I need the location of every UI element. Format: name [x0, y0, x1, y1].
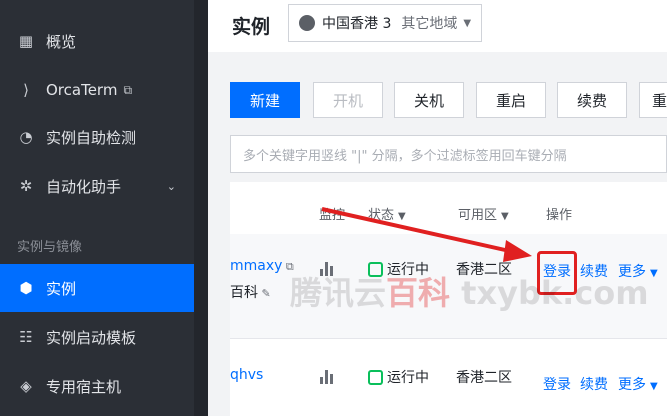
gear-icon: ✲ [19, 177, 33, 195]
globe-icon [299, 15, 315, 31]
search-input[interactable]: 多个关键字用竖线 "|" 分隔，多个过滤标签用回车键分隔 [230, 135, 667, 173]
instance-id-link[interactable]: qhvs [230, 367, 263, 383]
row-divider [230, 338, 667, 339]
sidebar-item-label: 实例启动模板 [46, 328, 137, 347]
running-status-icon [368, 370, 383, 385]
renew-link[interactable]: 续费 [580, 374, 608, 394]
main-content: 实例 中国香港 3 其它地域 ▼ 新建 开机 关机 重启 续费 重 多个关键字用… [208, 0, 667, 416]
column-header-ops: 操作 [546, 208, 573, 223]
status-running: 运行中 [368, 367, 429, 387]
instance-id-link[interactable]: mmaxy ⧉ [230, 258, 294, 274]
sidebar-item-label: 实例自助检测 [46, 128, 137, 147]
external-link-icon: ⧉ [123, 82, 133, 97]
more-toolbar-button[interactable]: 重 [639, 82, 667, 118]
column-header-monitor: 监控 [319, 208, 346, 223]
instance-name: 百科 ✎ [230, 285, 271, 301]
watermark: 腾讯云百科 txybk.com [290, 274, 649, 312]
page-header: 实例 中国香港 3 其它地域 ▼ [208, 0, 667, 52]
sidebar-item-label: 概览 [46, 32, 77, 51]
sidebar-item-label: OrcaTerm [46, 81, 118, 99]
sidebar-item-overview[interactable]: ▦ 概览 [0, 17, 194, 65]
filter-icon[interactable]: ▼ [398, 211, 406, 222]
caret-down-icon: ▼ [463, 17, 472, 29]
region-selector[interactable]: 中国香港 3 其它地域 ▼ [288, 4, 482, 42]
sidebar-item-label: 实例 [46, 279, 77, 298]
check-circle-icon: ◔ [19, 128, 33, 146]
column-header-label: 状态 [368, 208, 395, 223]
sidebar-section-title: 实例与镜像 [17, 240, 83, 255]
restart-button[interactable]: 重启 [476, 82, 546, 118]
column-header-label: 可用区 [458, 208, 498, 223]
sidebar-item-self-check[interactable]: ◔ 实例自助检测 [0, 113, 194, 161]
region-other: 其它地域 [401, 16, 458, 32]
cube-icon: ⬢ [19, 279, 33, 297]
sidebar-item-launch-template[interactable]: ☷ 实例启动模板 [0, 313, 194, 361]
terminal-icon: ⟩ [23, 81, 29, 99]
region-current: 中国香港 3 [322, 16, 392, 32]
sidebar-item-label: 专用宿主机 [46, 377, 122, 396]
start-button[interactable]: 开机 [313, 82, 383, 118]
template-icon: ☷ [19, 328, 33, 346]
sidebar-item-orcaterm[interactable]: ⟩ OrcaTerm ⧉ [0, 66, 194, 114]
more-link[interactable]: 更多 ▼ [618, 374, 658, 394]
stop-button[interactable]: 关机 [394, 82, 464, 118]
grid-icon: ▦ [18, 32, 34, 50]
column-header-status[interactable]: 状态 ▼ [368, 204, 406, 223]
sidebar-item-dedicated-host[interactable]: ◈ 专用宿主机 [0, 362, 194, 410]
renew-button[interactable]: 续费 [557, 82, 627, 118]
create-button[interactable]: 新建 [230, 82, 300, 118]
column-header-zone[interactable]: 可用区 ▼ [458, 204, 509, 223]
host-icon: ◈ [20, 377, 32, 395]
sidebar: ▦ 概览 ⟩ OrcaTerm ⧉ ◔ 实例自助检测 ✲ 自动化助手 ⌄ 实例与… [0, 0, 208, 416]
login-link[interactable]: 登录 [543, 374, 571, 394]
page-title: 实例 [232, 16, 271, 38]
monitor-chart-icon[interactable] [320, 370, 334, 384]
sidebar-item-automation[interactable]: ✲ 自动化助手 ⌄ [0, 162, 194, 210]
sidebar-item-label: 自动化助手 [46, 177, 122, 196]
sidebar-item-instances[interactable]: ⬢ 实例 [0, 264, 194, 312]
filter-icon[interactable]: ▼ [501, 211, 509, 222]
zone-value: 香港二区 [456, 370, 512, 386]
chevron-down-icon: ⌄ [166, 179, 176, 193]
